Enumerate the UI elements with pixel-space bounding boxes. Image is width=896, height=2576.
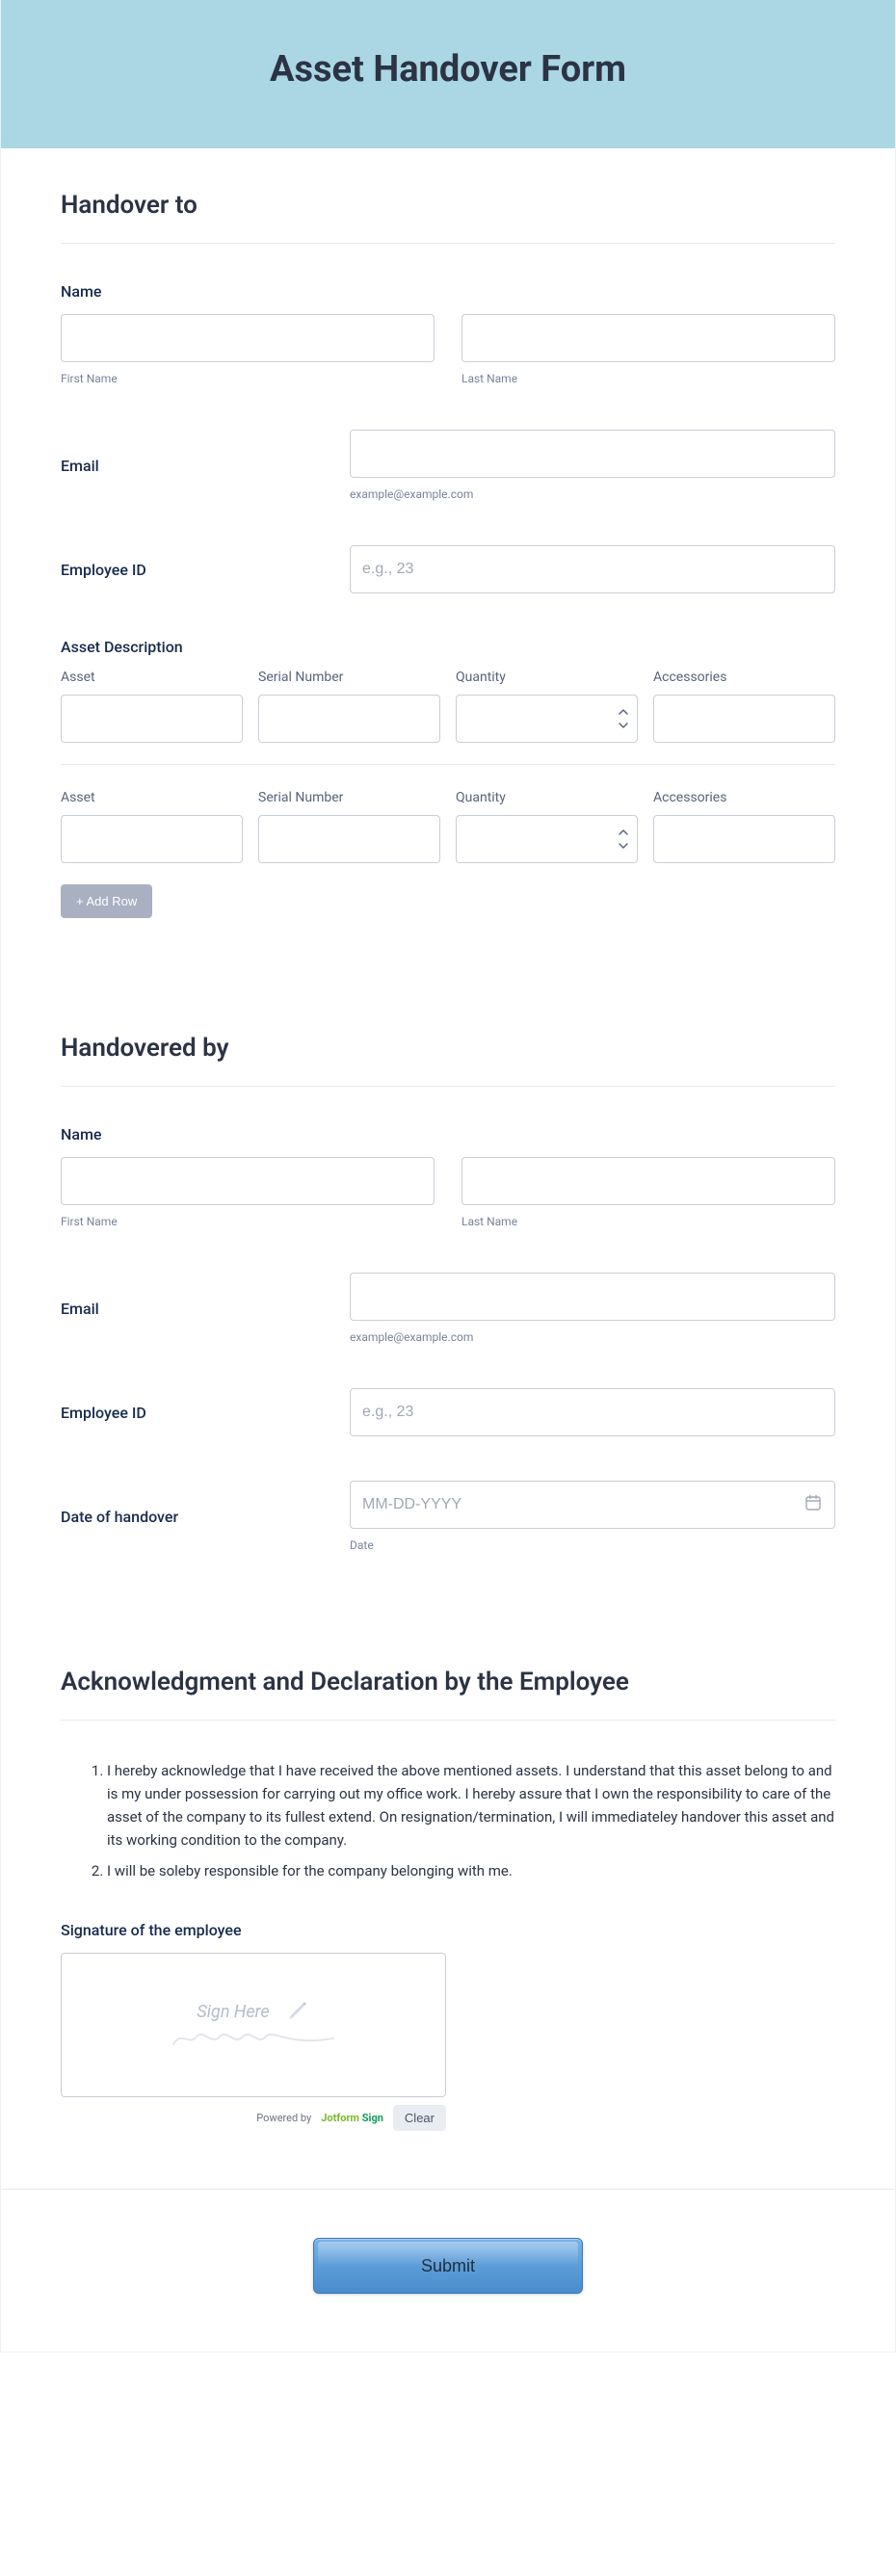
field-name-by: Name First Name Last Name [61,1125,835,1228]
chevron-down-icon[interactable] [617,840,630,852]
sublabel-first-name-by: First Name [61,1215,435,1228]
section-title-handovered-by: Handovered by [61,1034,835,1063]
section-title-ack: Acknowledgment and Declaration by the Em… [61,1668,835,1696]
label-empid-by: Employee ID [61,1404,350,1422]
label-email-to: Email [61,457,350,475]
label-name-by: Name [61,1125,835,1143]
header-serial-2: Serial Number [258,790,440,805]
header-asset: Asset [61,670,243,685]
label-name-to: Name [61,282,835,301]
scribble-icon [171,2027,335,2052]
field-date-handover: Date of handover Date [61,1481,835,1552]
header-qty: Quantity [456,670,638,685]
qty-spinner-2 [617,827,630,852]
label-signature: Signature of the employee [61,1921,835,1939]
chevron-down-icon[interactable] [617,720,630,731]
form-container: Asset Handover Form Handover to Name Fir… [0,0,896,2353]
empid-to-input[interactable] [350,545,835,593]
asset-2-name-input[interactable] [61,815,243,863]
signature-block: Signature of the employee Sign Here Powe… [61,1921,835,2131]
asset-2-acc-input[interactable] [653,815,835,863]
pen-icon [285,1998,310,2027]
sublabel-last-name-by: Last Name [461,1215,835,1228]
form-banner: Asset Handover Form [1,0,895,148]
section-handovered-by: Handovered by Name First Name Last Name … [1,991,895,1625]
email-to-input[interactable] [350,430,835,478]
section-divider [61,1086,835,1087]
section-title-handover-to: Handover to [61,191,835,220]
clear-signature-button[interactable]: Clear [393,2105,446,2131]
signature-placeholder: Sign Here [171,1998,335,2052]
submit-section: Submit [1,2189,895,2352]
asset-1-acc-input[interactable] [653,695,835,743]
add-row-button[interactable]: + Add Row [61,884,152,918]
asset-1-serial-input[interactable] [258,695,440,743]
signature-placeholder-text: Sign Here [197,2002,269,2022]
field-email-to: Email example@example.com [61,430,835,501]
label-empid-to: Employee ID [61,561,350,579]
field-empid-to: Employee ID [61,545,835,593]
asset-2-serial-input[interactable] [258,815,440,863]
jotform-sign-logo: Jotform Sign [321,2112,383,2124]
section-divider [61,243,835,244]
last-name-to-input[interactable] [461,314,835,362]
header-asset-2: Asset [61,790,243,805]
asset-1-name-input[interactable] [61,695,243,743]
acknowledgment-list: I hereby acknowledge that I have receive… [61,1759,835,1882]
asset-headers-row-1: Asset Serial Number Quantity Accessories [61,670,835,685]
ack-item-2: I will be soleby responsible for the com… [107,1859,835,1882]
header-acc: Accessories [653,670,835,685]
section-divider [61,1720,835,1721]
header-acc-2: Accessories [653,790,835,805]
label-date-handover: Date of handover [61,1508,350,1526]
sublabel-date-handover: Date [350,1538,835,1552]
first-name-by-input[interactable] [61,1157,435,1205]
label-email-by: Email [61,1300,350,1318]
field-name-to: Name First Name Last Name [61,282,835,385]
qty-spinner-1 [617,706,630,731]
form-title: Asset Handover Form [20,48,876,91]
chevron-up-icon[interactable] [617,827,630,838]
first-name-to-input[interactable] [61,314,435,362]
last-name-by-input[interactable] [461,1157,835,1205]
chevron-up-icon[interactable] [617,706,630,718]
date-handover-input[interactable] [350,1481,835,1529]
asset-headers-row-2: Asset Serial Number Quantity Accessories [61,790,835,805]
powered-by-text: Powered by [256,2112,311,2124]
section-acknowledgment: Acknowledgment and Declaration by the Em… [1,1625,895,2160]
sublabel-last-name-to: Last Name [461,372,835,385]
signature-footer: Powered by Jotform Sign Clear [61,2105,446,2131]
field-empid-by: Employee ID [61,1388,835,1436]
sublabel-email-to: example@example.com [350,487,835,501]
asset-row-1 [61,695,835,743]
submit-button[interactable]: Submit [313,2238,583,2294]
header-serial: Serial Number [258,670,440,685]
signature-pad[interactable]: Sign Here [61,1953,446,2097]
asset-row-divider [61,764,835,765]
field-email-by: Email example@example.com [61,1273,835,1344]
email-by-input[interactable] [350,1273,835,1321]
asset-2-qty-input[interactable] [456,815,638,863]
label-asset-desc: Asset Description [61,638,835,656]
asset-row-2 [61,815,835,863]
asset-1-qty-input[interactable] [456,695,638,743]
header-qty-2: Quantity [456,790,638,805]
asset-description-block: Asset Description Asset Serial Number Qu… [61,638,835,918]
ack-item-1: I hereby acknowledge that I have receive… [107,1759,835,1852]
sublabel-first-name-to: First Name [61,372,435,385]
calendar-icon[interactable] [804,1494,822,1515]
sublabel-email-by: example@example.com [350,1330,835,1344]
empid-by-input[interactable] [350,1388,835,1436]
section-handover-to: Handover to Name First Name Last Name Em… [1,148,895,991]
